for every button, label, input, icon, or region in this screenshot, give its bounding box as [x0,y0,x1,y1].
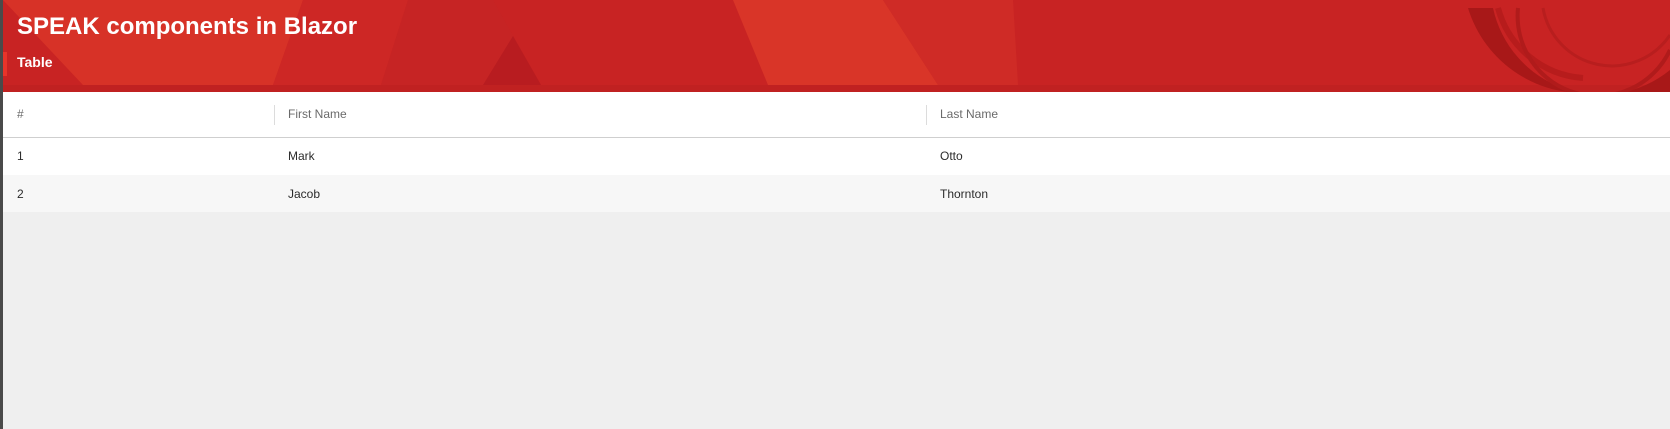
table-row[interactable]: 2 Jacob Thornton [3,175,1670,212]
cell-text: 1 [17,149,24,164]
table-header: # First Name Last Name [3,92,1670,137]
table-cell-last-name: Thornton [940,186,989,201]
column-header-label: First Name [288,107,347,122]
table-cell-number: 2 [17,186,24,201]
column-separator [274,105,275,125]
table-row[interactable]: 1 Mark Otto [3,137,1670,175]
column-header-number[interactable]: # [3,92,274,137]
column-header-last-name[interactable]: Last Name [926,92,1670,137]
table-cell-first-name: Jacob [288,186,321,201]
page-title: SPEAK components in Blazor [17,13,358,40]
page-subtitle: Table [17,54,53,70]
table-body: 1 Mark Otto 2 Jacob Thornton [3,137,1670,212]
window-left-edge [0,0,3,429]
table-cell-number: 1 [3,137,274,175]
data-table-container: # First Name Last Name 1 Mark Otto 2 Jac… [3,92,1670,212]
column-separator [926,105,927,125]
column-header-label: Last Name [940,107,999,122]
table-cell-first-name: Mark [288,149,315,164]
header-accent-bar [3,52,7,76]
table-header-row: # First Name Last Name [3,92,1670,137]
column-header-label: # [17,107,24,122]
column-header-first-name[interactable]: First Name [274,92,926,137]
data-table: # First Name Last Name 1 Mark Otto 2 Jac… [3,92,1670,212]
page-header: SPEAK components in Blazor Table [3,0,1670,92]
table-cell-last-name: Otto [940,149,963,164]
